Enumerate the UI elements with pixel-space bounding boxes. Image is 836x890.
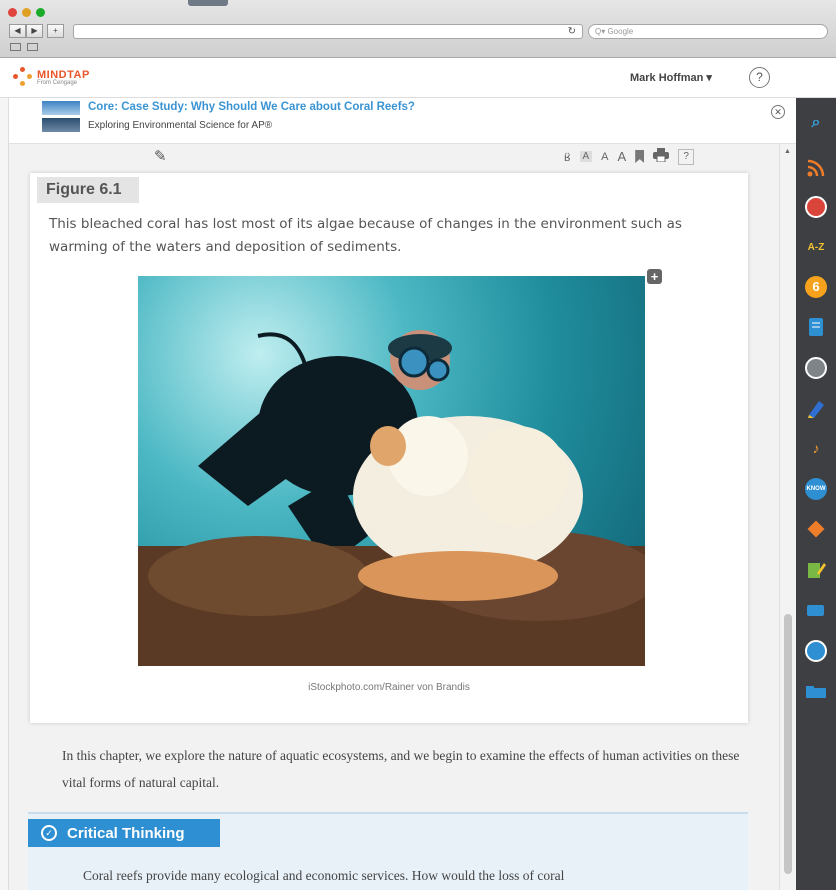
- reader-toolbar: ✎ ʁ̈ A A A ?: [9, 144, 779, 171]
- glossary-icon[interactable]: A-Z: [805, 237, 827, 259]
- forward-button[interactable]: ▶: [26, 24, 43, 38]
- rss-icon[interactable]: [805, 157, 827, 179]
- back-button[interactable]: ◀: [9, 24, 26, 38]
- logo-sub: From Cengage: [37, 79, 78, 86]
- print-icon[interactable]: [653, 148, 670, 165]
- reader-pane: ✎ ʁ̈ A A A ? Figure 6.1 This bleached co…: [9, 144, 779, 890]
- notes-icon[interactable]: [805, 559, 827, 581]
- font-size-large-button[interactable]: A: [618, 149, 627, 164]
- browser-chrome: ◀ ▶ + ↻ Q▾ Google: [0, 0, 836, 58]
- coral-diver-photo[interactable]: [138, 276, 645, 666]
- bookmark-icon[interactable]: [635, 150, 645, 163]
- chat-icon[interactable]: [805, 600, 827, 622]
- activity-thumbnail: [42, 101, 80, 115]
- critical-thinking-label: Critical Thinking: [67, 824, 185, 842]
- reload-icon[interactable]: ↻: [568, 25, 576, 38]
- mindtap-logo-icon: [13, 67, 33, 87]
- critical-thinking-text: Coral reefs provide many ecological and …: [83, 868, 565, 883]
- font-size-small-button[interactable]: A: [579, 151, 593, 162]
- top-sites-icon[interactable]: [27, 43, 38, 51]
- ebook-icon[interactable]: [805, 316, 827, 338]
- check-circle-icon: ✓: [41, 825, 57, 841]
- speech-icon[interactable]: ♪: [805, 437, 827, 459]
- reader-tools: ʁ̈ A A A ?: [564, 148, 695, 165]
- browser-nav-buttons: ◀ ▶ +: [9, 24, 64, 38]
- search-icon[interactable]: ⌕: [805, 112, 827, 134]
- user-menu[interactable]: Mark Hoffman ▾: [630, 71, 712, 84]
- activity-title-bar: Core: Case Study: Why Should We Care abo…: [9, 98, 796, 144]
- know-icon[interactable]: KNOW: [805, 478, 827, 500]
- book-title: Exploring Environmental Science for AP®: [88, 120, 273, 131]
- flashcards-icon[interactable]: 6: [805, 276, 827, 298]
- photo-credit: iStockphoto.com/Rainer von Brandis: [308, 682, 470, 693]
- read-aloud-icon[interactable]: ʁ̈: [564, 150, 571, 164]
- profile-icon[interactable]: [805, 357, 827, 379]
- zoom-window-button[interactable]: [36, 8, 45, 17]
- clock-icon[interactable]: [805, 640, 827, 662]
- mindtap-logo[interactable]: MINDTAP From Cengage: [13, 67, 90, 87]
- news-icon[interactable]: [805, 196, 827, 218]
- left-gutter: [0, 98, 9, 890]
- close-window-button[interactable]: [8, 8, 17, 17]
- body-paragraph: In this chapter, we explore the nature o…: [62, 748, 740, 790]
- add-bookmark-button[interactable]: +: [47, 24, 64, 38]
- window-controls: [8, 8, 45, 17]
- scroll-up-icon[interactable]: ▲: [784, 148, 791, 155]
- expand-image-button[interactable]: +: [647, 269, 662, 284]
- app-dock: ⌕ A-Z 6 ♪ KNOW: [796, 98, 836, 890]
- critical-thinking-header: ✓ Critical Thinking: [28, 819, 220, 847]
- folder-icon[interactable]: [805, 681, 827, 703]
- figure-label: Figure 6.1: [37, 177, 139, 203]
- book-thumbnail: [42, 118, 80, 132]
- reading-list-icon[interactable]: [10, 43, 21, 51]
- font-size-medium-button[interactable]: A: [601, 151, 608, 163]
- reader-help-button[interactable]: ?: [678, 148, 695, 165]
- figure-card: Figure 6.1 This bleached coral has lost …: [30, 173, 748, 723]
- minimize-window-button[interactable]: [22, 8, 31, 17]
- diamond-icon[interactable]: [805, 518, 827, 540]
- address-bar[interactable]: ↻: [73, 24, 583, 39]
- browser-search-input[interactable]: Q▾ Google: [588, 24, 828, 39]
- browser-tab[interactable]: [188, 0, 228, 6]
- help-button[interactable]: ?: [749, 67, 770, 88]
- highlighter-icon[interactable]: [805, 397, 827, 419]
- figure-caption: This bleached coral has lost most of its…: [49, 216, 682, 255]
- scroll-thumb[interactable]: [784, 614, 792, 874]
- reader-scrollbar[interactable]: ▲: [779, 144, 796, 890]
- critical-thinking-box: ✓ Critical Thinking Coral reefs provide …: [28, 812, 748, 890]
- app-header: MINDTAP From Cengage Mark Hoffman ▾ ?: [0, 58, 836, 98]
- activity-title[interactable]: Core: Case Study: Why Should We Care abo…: [88, 101, 415, 113]
- bookmark-bar-icons: [10, 43, 38, 51]
- close-activity-button[interactable]: ✕: [771, 105, 785, 119]
- pencil-icon[interactable]: ✎: [154, 147, 167, 165]
